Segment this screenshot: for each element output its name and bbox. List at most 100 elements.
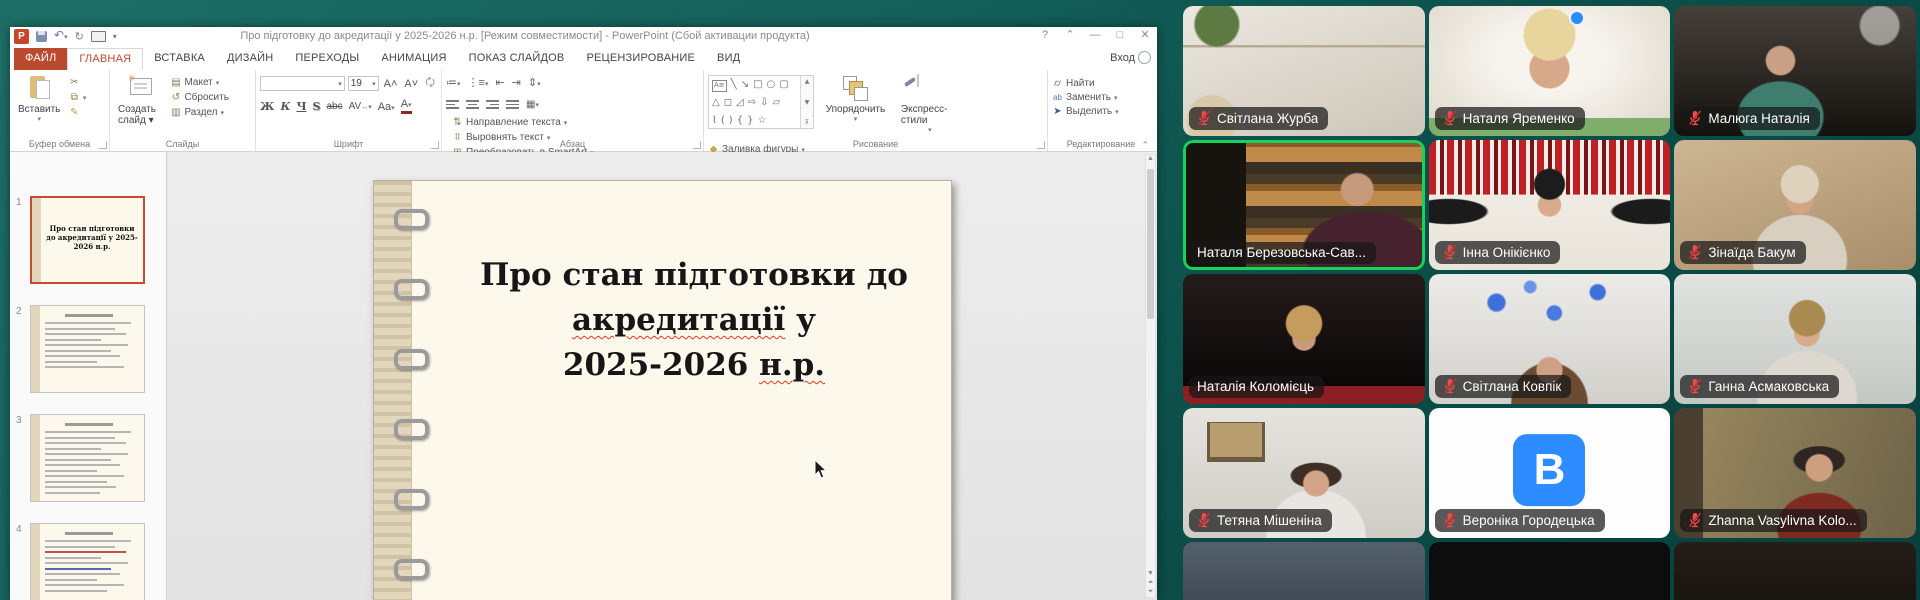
thumbnail-heading-bar: [65, 423, 113, 426]
participant-tile[interactable]: Малюга Наталія: [1674, 6, 1916, 136]
align-left-button[interactable]: [446, 100, 459, 109]
participant-tile[interactable]: Світлана Журба: [1183, 6, 1425, 136]
drawing-dialog-launcher-icon[interactable]: [1037, 141, 1045, 149]
tab-показ-слайдов[interactable]: ПОКАЗ СЛАЙДОВ: [458, 48, 576, 70]
account-icon[interactable]: [1138, 51, 1151, 64]
participant-name-tag: Zhanna Vasylivna Kolo...: [1680, 509, 1866, 532]
participant-tile[interactable]: Zhanna Vasylivna Kolo...: [1674, 408, 1916, 538]
next-slide-icon[interactable]: ⏷: [1148, 588, 1154, 595]
minimize-icon[interactable]: —: [1087, 29, 1103, 41]
shadow-button[interactable]: S: [313, 100, 321, 113]
text-direction-button[interactable]: ⇅Направление текста▾: [452, 116, 594, 129]
font-color-button[interactable]: А▾: [401, 99, 412, 114]
justify-button[interactable]: [506, 100, 519, 109]
participant-tile[interactable]: Наталя Березовська-Сав...: [1183, 140, 1425, 270]
scrollbar-thumb[interactable]: [1147, 169, 1154, 319]
section-button[interactable]: ▥Раздел▾: [170, 106, 228, 119]
participant-tile-partial[interactable]: [1429, 542, 1671, 600]
replace-button[interactable]: abЗаменить▾: [1052, 91, 1150, 104]
participant-tile-partial[interactable]: [1183, 542, 1425, 600]
arrange-button[interactable]: Упорядочить▾: [818, 73, 892, 125]
clear-formatting-icon[interactable]: 🗘: [423, 74, 437, 93]
slide-thumbnail-4[interactable]: [30, 523, 145, 600]
tab-главная[interactable]: ГЛАВНАЯ: [67, 48, 143, 70]
participant-tile[interactable]: Зінаїда Бакум: [1674, 140, 1916, 270]
bullets-button[interactable]: ≔▾: [446, 76, 461, 89]
participant-tile[interactable]: Світлана Ковпік: [1429, 274, 1671, 404]
slide-thumbnail-3[interactable]: [30, 414, 145, 502]
participant-tile[interactable]: Ганна Асмаковська: [1674, 274, 1916, 404]
font-size-select[interactable]: 19▾: [348, 76, 379, 91]
copy-button[interactable]: ⧉▾: [69, 91, 87, 104]
numbering-button[interactable]: ⋮≡▾: [468, 76, 489, 89]
align-right-button[interactable]: [486, 100, 499, 109]
mouse-cursor-icon: [814, 459, 827, 479]
participant-tile-partial[interactable]: [1674, 542, 1916, 600]
font-dialog-launcher-icon[interactable]: [431, 141, 439, 149]
grow-font-button[interactable]: A˄: [382, 78, 400, 90]
paste-button[interactable]: Вставить▾: [14, 73, 64, 125]
participant-tile[interactable]: Інна Онікієнко: [1429, 140, 1671, 270]
underline-button[interactable]: Ч: [296, 100, 306, 113]
previous-slide-icon[interactable]: ⏶: [1148, 579, 1154, 586]
slide-thumbnail-row: 1Про стан підготовки до акредитації у 20…: [16, 196, 166, 284]
shrink-font-button[interactable]: A˅: [402, 78, 420, 90]
shapes-scrollbar[interactable]: ▲▼⊼: [800, 76, 813, 128]
reset-button[interactable]: ↺Сбросить: [170, 91, 228, 104]
group-paragraph: ≔▾ ⋮≡▾ ⇤ ⇥ ⇕▾ ▦▾ ⇅Направлен: [442, 70, 704, 151]
line-spacing-button[interactable]: ⇕▾: [528, 76, 541, 89]
decrease-indent-button[interactable]: ⇤: [495, 76, 504, 89]
tab-дизайн[interactable]: ДИЗАЙН: [216, 48, 284, 70]
scissors-icon: ✂: [69, 77, 80, 88]
clipboard-dialog-launcher-icon[interactable]: [99, 141, 107, 149]
italic-button[interactable]: К: [280, 100, 290, 113]
participant-tile[interactable]: ВВероніка Городецька: [1429, 408, 1671, 538]
scroll-down-icon[interactable]: ▼: [1147, 570, 1154, 577]
tab-рецензирование[interactable]: РЕЦЕНЗИРОВАНИЕ: [575, 48, 706, 70]
slide-thumbnail-2[interactable]: [30, 305, 145, 393]
participant-tile[interactable]: Наталія Коломієць: [1183, 274, 1425, 404]
select-button[interactable]: ➤Выделить▾: [1052, 105, 1150, 118]
participant-tile[interactable]: Тетяна Мішеніна: [1183, 408, 1425, 538]
change-case-button[interactable]: Aa▾: [378, 101, 395, 113]
vertical-scrollbar[interactable]: ▲ ▼ ⏶ ⏷: [1145, 154, 1156, 598]
participant-name: Зінаїда Бакум: [1708, 245, 1795, 260]
participant-name-tag: Тетяна Мішеніна: [1189, 509, 1332, 532]
increase-indent-button[interactable]: ⇥: [512, 76, 521, 89]
slide-thumbnail-1[interactable]: Про стан підготовки до акредитації у 202…: [30, 196, 145, 284]
font-name-select[interactable]: ▾: [260, 76, 345, 91]
find-button[interactable]: ⌭Найти: [1052, 77, 1150, 90]
columns-button[interactable]: ▦▾: [526, 99, 539, 110]
char-spacing-button[interactable]: AV↔▾: [349, 101, 372, 112]
muted-mic-icon: [1443, 512, 1457, 528]
muted-mic-icon: [1688, 244, 1702, 260]
title-bar: P ↶▾ ↻ ▾ Про підготовку до акредитації у…: [10, 27, 1157, 46]
sign-in-link[interactable]: Вход: [1110, 52, 1135, 64]
ribbon-options-icon[interactable]: ⌃: [1062, 28, 1078, 41]
slide-canvas[interactable]: Про стан підготовки до акредитації у 202…: [373, 180, 952, 600]
cut-button[interactable]: ✂: [69, 76, 87, 89]
tab-переходы[interactable]: ПЕРЕХОДЫ: [284, 48, 370, 70]
tab-file[interactable]: ФАЙЛ: [14, 48, 67, 70]
slide-edit-area[interactable]: Про стан підготовки до акредитації у 202…: [168, 152, 1157, 600]
layout-button[interactable]: ▤Макет▾: [170, 76, 228, 89]
maximize-icon[interactable]: □: [1112, 29, 1128, 41]
close-icon[interactable]: ✕: [1137, 28, 1153, 41]
bold-button[interactable]: Ж: [260, 100, 274, 113]
new-slide-button[interactable]: Создать слайд ▾: [114, 73, 166, 128]
collapse-ribbon-icon[interactable]: ⌃: [1141, 140, 1149, 151]
format-painter-button[interactable]: ✎: [69, 106, 87, 119]
tab-вставка[interactable]: ВСТАВКА: [143, 48, 216, 70]
align-center-button[interactable]: [466, 100, 479, 109]
paragraph-dialog-launcher-icon[interactable]: [693, 141, 701, 149]
ribbon-tab-row: ФАЙЛГЛАВНАЯВСТАВКАДИЗАЙНПЕРЕХОДЫАНИМАЦИЯ…: [10, 46, 1157, 70]
scroll-up-icon[interactable]: ▲: [1147, 155, 1154, 162]
tab-анимация[interactable]: АНИМАЦИЯ: [370, 48, 457, 70]
shapes-gallery[interactable]: A≡╲↘□○▢ △◻◿⇨⇩▱ ⌇(){}☆ ▲▼⊼: [708, 75, 814, 129]
slide-title-text[interactable]: Про стан підготовки до акредитації у 202…: [459, 253, 929, 388]
help-icon[interactable]: ?: [1037, 29, 1053, 41]
participant-tile[interactable]: Наталя Яременко: [1429, 6, 1671, 136]
strikethrough-button[interactable]: abc: [326, 101, 342, 112]
tab-вид[interactable]: ВИД: [706, 48, 751, 70]
quick-styles-button[interactable]: Экспресс-стили▾: [897, 73, 963, 136]
